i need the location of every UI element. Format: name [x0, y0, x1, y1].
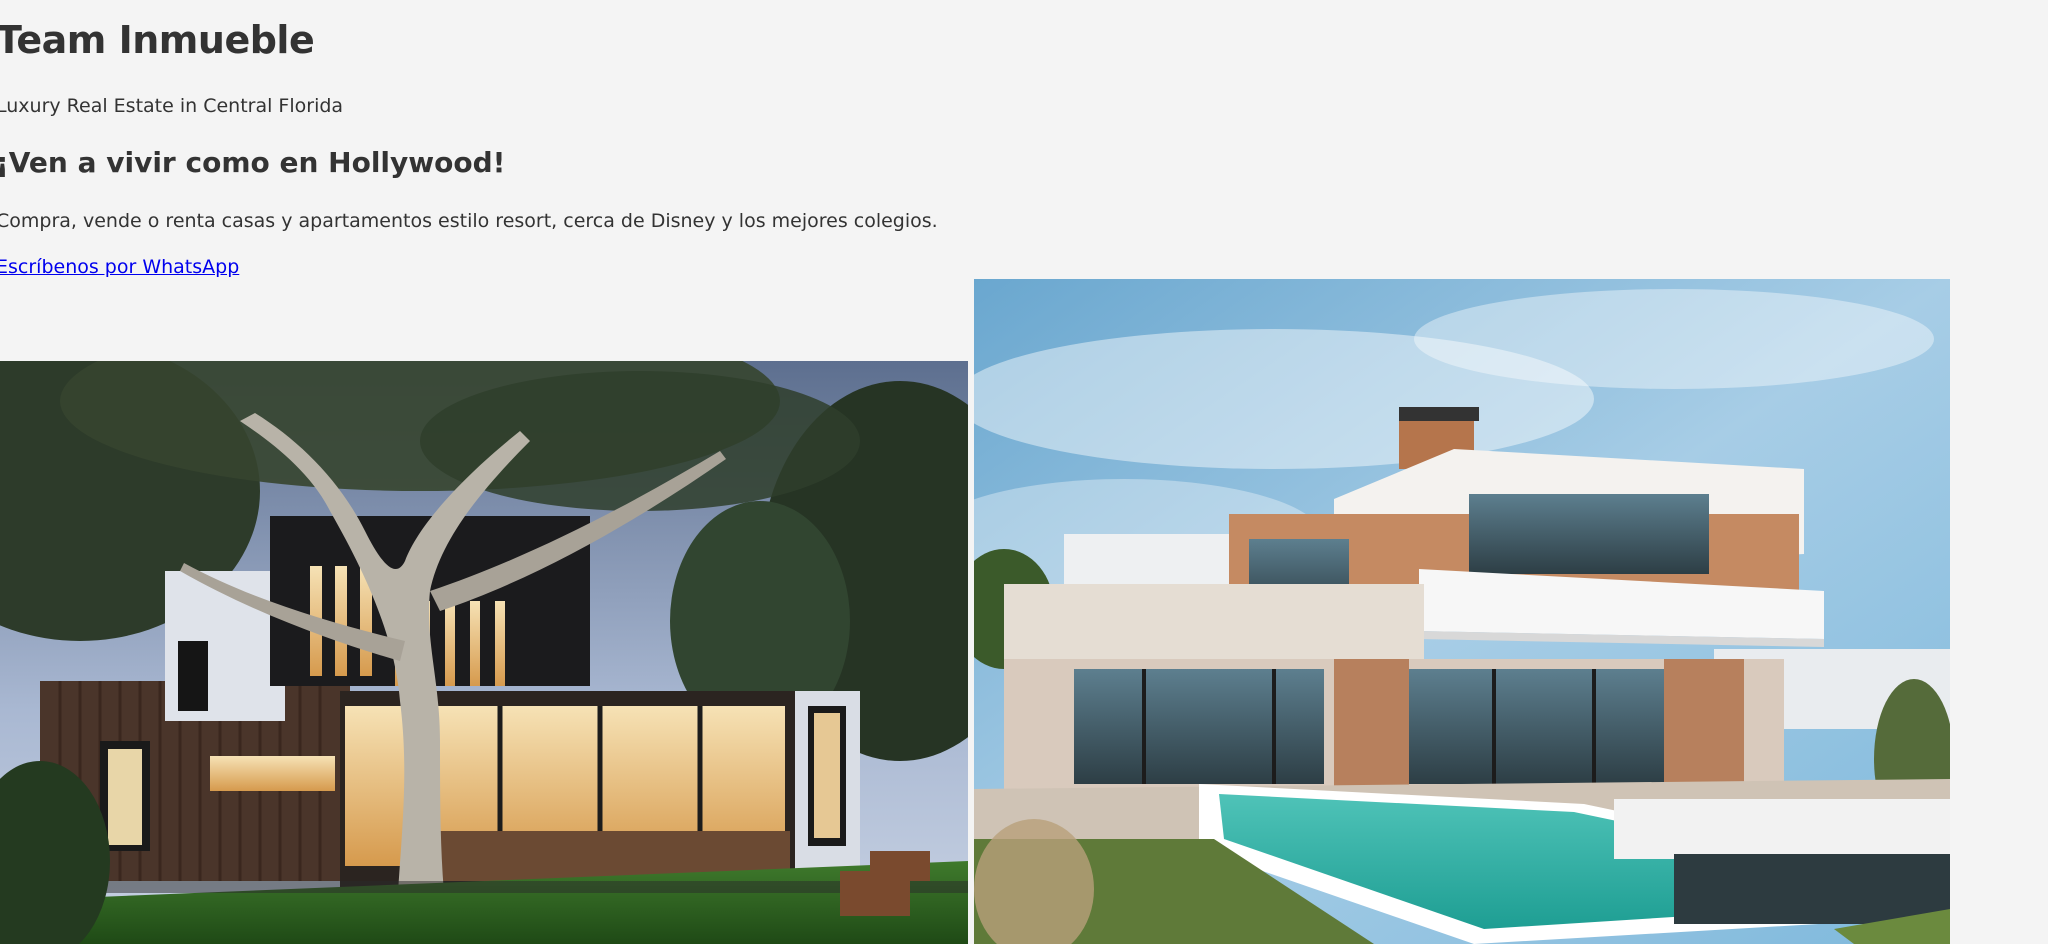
- villa-with-pool-photo: [974, 279, 1950, 944]
- page: Team Inmueble Luxury Real Estate in Cent…: [0, 0, 2048, 944]
- hero-description: Compra, vende o renta casas y apartament…: [0, 210, 938, 232]
- whatsapp-link[interactable]: Escríbenos por WhatsApp: [0, 256, 239, 278]
- modern-house-dusk-photo: [0, 361, 968, 944]
- site-tagline: Luxury Real Estate in Central Florida: [0, 95, 344, 117]
- hero-headline: ¡Ven a vivir como en Hollywood!: [0, 146, 506, 179]
- site-title: Team Inmueble: [0, 18, 315, 62]
